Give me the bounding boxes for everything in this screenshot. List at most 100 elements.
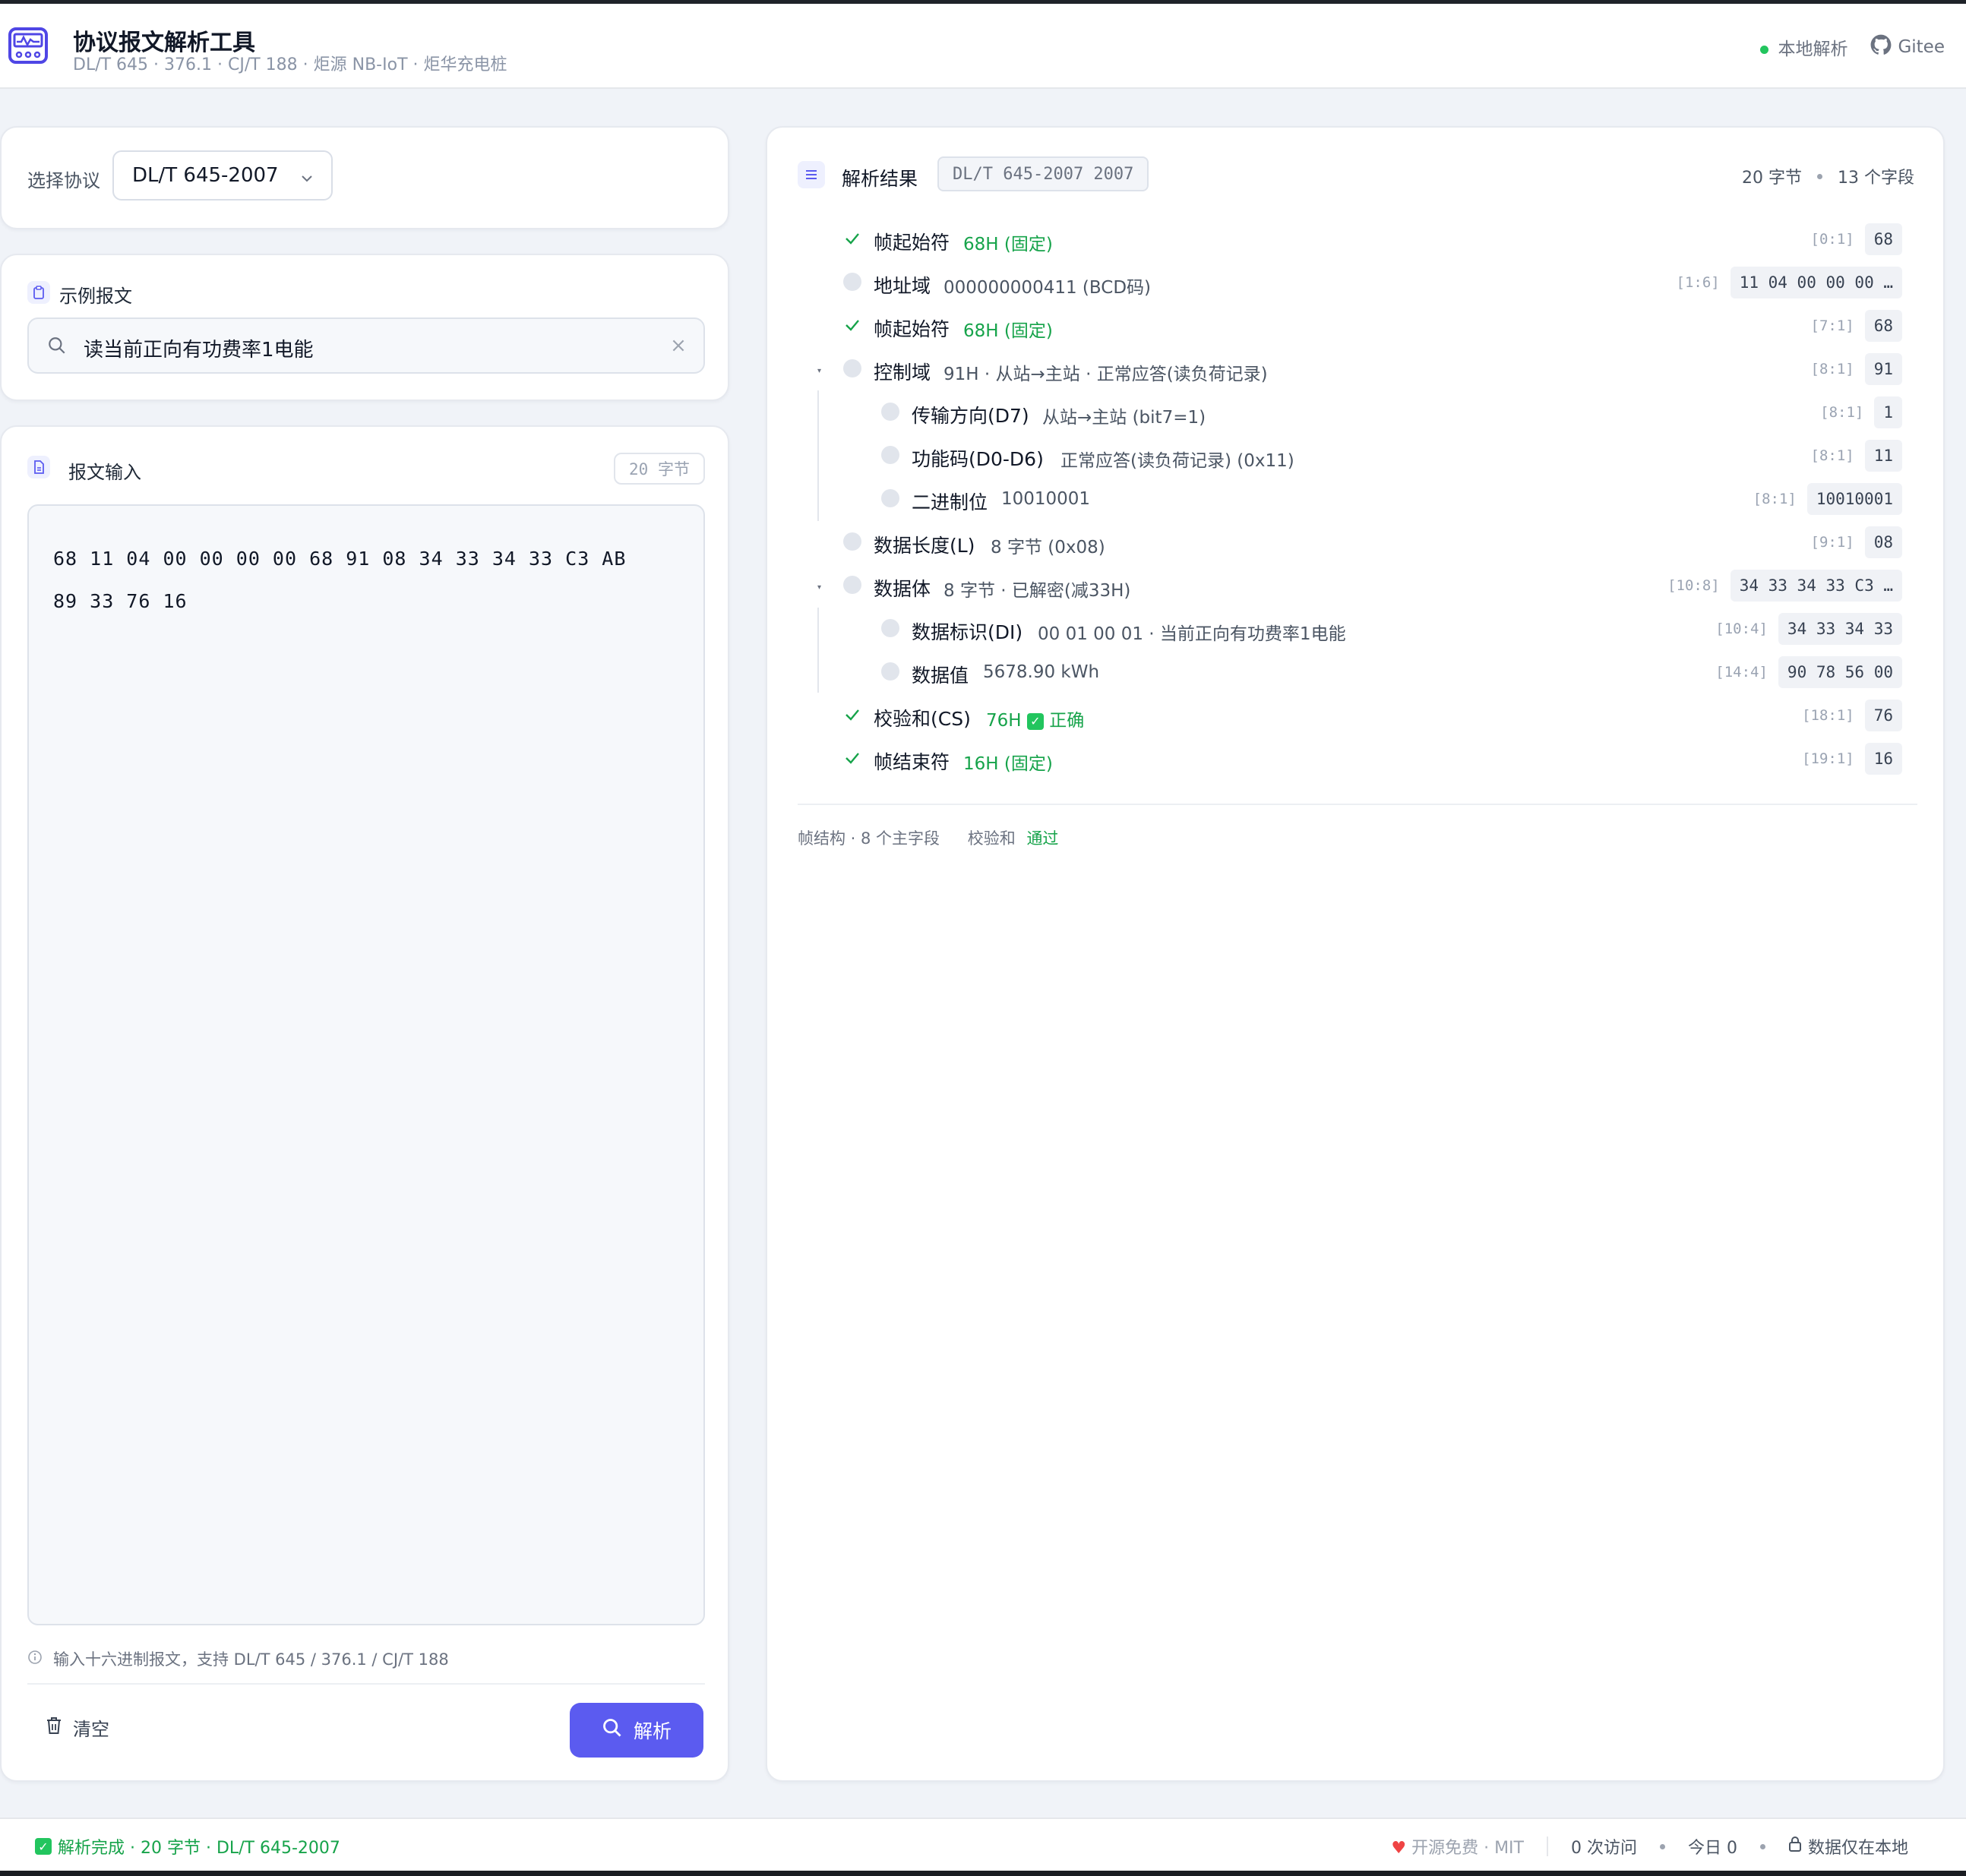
check-icon [843,706,861,727]
parse-status-text: 解析完成 · 20 字节 · DL/T 645-2007 [58,1839,340,1858]
hex-line-1: 68 11 04 00 00 00 00 68 91 08 34 33 34 3… [53,548,627,570]
privacy-info: 数据仅在本地 [1788,1834,1908,1859]
field-name: 校验和(CS) [874,708,971,730]
gitee-link[interactable]: Gitee [1870,34,1945,60]
expand-caret-icon[interactable]: ▾ [817,367,821,375]
field-value: 从站→主站 (bit7=1) [1042,408,1206,428]
parse-status: ✓ 解析完成 · 20 字节 · DL/T 645-2007 [35,1834,340,1859]
document-icon [27,456,50,478]
summary-frame-structure: 帧结构 · 8 个主字段 [798,829,940,848]
field-offset: [9:1] [1810,534,1854,551]
app-header: 协议报文解析工具 DL/T 645 · 376.1 · CJ/T 188 · 炬… [0,4,1966,89]
local-parse-label: 本地解析 [1778,39,1848,59]
field-row-checksum[interactable]: 校验和(CS) 76H ✓ 正确 [18:1] 76 [767,695,1945,737]
clear-button-label: 清空 [73,1719,109,1740]
protocol-select[interactable]: DL/T 645-2007 [112,150,333,201]
separator-dot-icon [1759,1843,1765,1849]
neutral-status-icon [843,359,861,377]
trash-icon [46,1717,62,1739]
input-hint: 输入十六进制报文，支持 DL/T 645 / 376.1 / CJ/T 188 [27,1647,449,1670]
field-row-control[interactable]: ▾ 控制域 91H · 从站→主站 · 正常应答(读负荷记录) [8:1] 91 [767,349,1945,391]
field-name: 帧起始符 [874,318,950,340]
neutral-status-icon [843,273,861,291]
field-name: 地址域 [874,275,931,297]
status-dot-icon [1760,46,1769,54]
github-icon [1870,34,1892,60]
field-value: 10010001 [1001,489,1091,509]
summary-checksum-label: 校验和 [967,829,1016,848]
protocol-select-card: 选择协议 DL/T 645-2007 [0,126,729,229]
field-offset: [7:1] [1810,317,1854,334]
window-bottom-edge [0,1871,1966,1876]
field-value-checksum: 76H ✓ 正确 [986,706,1084,731]
field-name: 数据值 [912,665,969,687]
example-title: 示例报文 [59,286,132,307]
clear-button[interactable]: 清空 [46,1714,109,1741]
field-name: 控制域 [874,362,931,384]
field-offset: [0:1] [1810,231,1854,248]
field-hex: 68 [1864,223,1902,255]
field-name: 帧起始符 [874,232,950,254]
field-row-data-body[interactable]: ▾ 数据体 8 字节 · 已解密(减33H) [10:8] 34 33 34 33… [767,565,1945,608]
separator-dot-icon [1659,1843,1665,1849]
field-row-function-code[interactable]: 功能码(D0-D6) 正常应答(读负荷记录) (0x11) [8:1] 11 [767,435,1945,478]
field-name: 传输方向(D7) [912,405,1029,427]
example-message-card: 示例报文 读当前正向有功费率1电能 [0,254,729,401]
field-value: 8 字节 (0x08) [991,538,1105,557]
field-row-data-identifier[interactable]: 数据标识(DI) 00 01 00 01 · 当前正向有功费率1电能 [10:4… [767,608,1945,651]
chevron-down-icon [299,169,314,191]
license-text: 开源免费 · MIT [1411,1839,1524,1858]
field-offset: [10:4] [1715,621,1768,637]
neutral-status-icon [881,489,899,507]
field-row-data-length[interactable]: 数据长度(L) 8 字节 (0x08) [9:1] 08 [767,522,1945,564]
hex-line-2: 89 33 76 16 [53,590,188,612]
clipboard-icon [27,281,50,304]
neutral-status-icon [843,532,861,551]
field-name: 二进制位 [912,491,988,513]
parse-button[interactable]: 解析 [570,1703,703,1758]
action-divider [27,1683,705,1685]
hex-input-textarea[interactable]: 68 11 04 00 00 00 00 68 91 08 34 33 34 3… [27,504,705,1625]
result-stats: 20 字节 13 个字段 [1742,164,1914,188]
checkmark-box-icon: ✓ [35,1838,52,1855]
field-value: 68H (固定) [963,321,1053,341]
field-row-binary-bits[interactable]: 二进制位 10010001 [8:1] 10010001 [767,478,1945,521]
separator-dot-icon [1817,173,1822,179]
result-divider [798,804,1917,805]
neutral-status-icon [843,576,861,594]
field-row-direction[interactable]: 传输方向(D7) 从站→主站 (bit7=1) [8:1] 1 [767,392,1945,434]
info-icon [27,1650,43,1669]
protocol-selected-value: DL/T 645-2007 [132,164,279,187]
field-offset: [14:4] [1715,664,1768,681]
result-byte-count: 20 字节 [1742,169,1802,188]
field-hex: 76 [1864,700,1902,731]
field-row-frame-start-2[interactable]: 帧起始符 68H (固定) [7:1] 68 [767,305,1945,348]
status-bar: ✓ 解析完成 · 20 字节 · DL/T 645-2007 ♥ 开源免费 · … [0,1818,1966,1871]
field-row-frame-end[interactable]: 帧结束符 16H (固定) [19:1] 16 [767,738,1945,781]
visit-count: 0 次访问 [1570,1839,1637,1858]
field-offset: [1:6] [1676,274,1720,291]
field-offset: [8:1] [1810,361,1854,377]
list-icon [798,161,825,188]
field-row-address[interactable]: 地址域 000000000411 (BCD码) [1:6] 11 04 00 00… [767,262,1945,305]
field-offset: [8:1] [1753,491,1797,507]
field-row-frame-start[interactable]: 帧起始符 68H (固定) [0:1] 68 [767,219,1945,261]
checkmark-box-icon: ✓ [1026,712,1044,730]
example-search-input[interactable]: 读当前正向有功费率1电能 [27,317,705,374]
neutral-status-icon [881,662,899,681]
protocol-analyzer-logo-icon [8,27,49,65]
checksum-value: 76H [986,711,1022,731]
result-summary: 帧结构 · 8 个主字段 校验和 通过 [798,826,1058,849]
app-subtitle: DL/T 645 · 376.1 · CJ/T 188 · 炬源 NB-IoT … [73,55,507,74]
check-icon [843,749,861,770]
neutral-status-icon [881,446,899,464]
field-name: 数据标识(DI) [912,621,1023,643]
field-value: 00 01 00 01 · 当前正向有功费率1电能 [1038,624,1346,644]
expand-caret-icon[interactable]: ▾ [817,583,821,592]
clear-search-icon[interactable] [670,337,687,357]
protocol-select-label: 选择协议 [27,170,100,191]
license-info: ♥ 开源免费 · MIT [1391,1834,1524,1859]
field-row-data-value[interactable]: 数据值 5678.90 kWh [14:4] 90 78 56 00 [767,652,1945,694]
field-hex: 68 [1864,310,1902,342]
field-hex: 10010001 [1806,483,1902,515]
